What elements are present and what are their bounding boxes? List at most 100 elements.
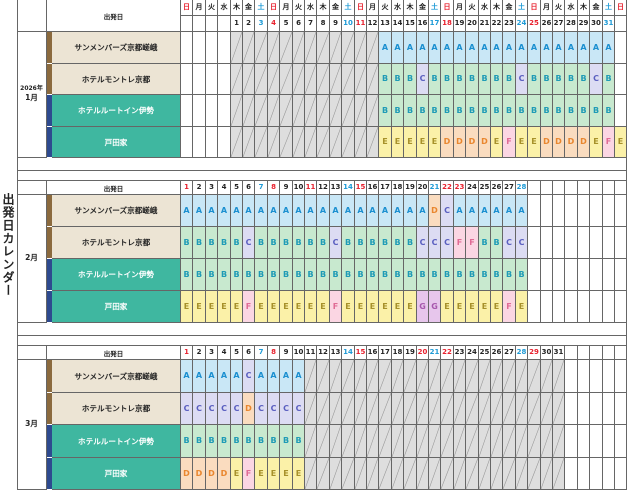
price-code-cell[interactable]: F <box>603 127 615 158</box>
price-code-cell[interactable]: E <box>367 291 379 323</box>
price-code-cell[interactable]: A <box>491 32 503 64</box>
price-code-cell[interactable]: D <box>206 458 218 490</box>
price-code-cell[interactable]: E <box>193 291 206 323</box>
price-code-cell[interactable]: B <box>379 259 392 291</box>
price-code-cell[interactable]: C <box>243 227 255 259</box>
price-code-cell[interactable]: B <box>565 64 578 95</box>
price-code-cell[interactable]: B <box>516 259 528 291</box>
price-code-cell[interactable]: F <box>243 291 255 323</box>
price-code-cell[interactable]: D <box>441 127 454 158</box>
price-code-cell[interactable]: A <box>503 32 516 64</box>
price-code-cell[interactable]: B <box>330 259 342 291</box>
price-code-cell[interactable]: B <box>590 95 603 127</box>
price-code-cell[interactable]: A <box>293 360 305 393</box>
price-code-cell[interactable]: B <box>317 227 330 259</box>
price-code-cell[interactable]: B <box>479 227 491 259</box>
price-code-cell[interactable]: B <box>454 95 466 127</box>
price-code-cell[interactable]: A <box>603 32 615 64</box>
price-code-cell[interactable]: E <box>528 127 541 158</box>
price-code-cell[interactable]: D <box>578 127 590 158</box>
price-code-cell[interactable]: E <box>417 127 429 158</box>
price-code-cell[interactable]: A <box>181 195 193 227</box>
price-code-cell[interactable]: B <box>503 95 516 127</box>
price-code-cell[interactable]: B <box>293 259 305 291</box>
price-code-cell[interactable]: E <box>293 458 305 490</box>
price-code-cell[interactable]: E <box>355 291 367 323</box>
price-code-cell[interactable]: A <box>479 32 491 64</box>
price-code-cell[interactable]: B <box>268 259 280 291</box>
price-code-cell[interactable]: C <box>330 227 342 259</box>
price-code-cell[interactable]: B <box>342 259 355 291</box>
price-code-cell[interactable]: A <box>231 360 243 393</box>
price-code-cell[interactable]: E <box>280 291 293 323</box>
price-code-cell[interactable]: A <box>206 360 218 393</box>
price-code-cell[interactable]: A <box>404 195 417 227</box>
price-code-cell[interactable]: D <box>218 458 231 490</box>
price-code-cell[interactable]: D <box>454 127 466 158</box>
price-code-cell[interactable]: E <box>342 291 355 323</box>
price-code-cell[interactable]: B <box>528 64 541 95</box>
price-code-cell[interactable]: C <box>280 393 293 425</box>
price-code-cell[interactable]: B <box>441 259 454 291</box>
price-code-cell[interactable]: D <box>565 127 578 158</box>
price-code-cell[interactable]: A <box>516 32 528 64</box>
price-code-cell[interactable]: E <box>466 291 479 323</box>
price-code-cell[interactable]: A <box>243 195 255 227</box>
price-code-cell[interactable]: A <box>342 195 355 227</box>
price-code-cell[interactable]: A <box>255 195 268 227</box>
price-code-cell[interactable]: C <box>231 393 243 425</box>
price-code-cell[interactable]: E <box>404 291 417 323</box>
price-code-cell[interactable]: B <box>417 95 429 127</box>
price-code-cell[interactable]: B <box>293 227 305 259</box>
price-code-cell[interactable]: G <box>417 291 429 323</box>
price-code-cell[interactable]: B <box>305 259 317 291</box>
price-code-cell[interactable]: E <box>181 291 193 323</box>
price-code-cell[interactable]: E <box>479 291 491 323</box>
price-code-cell[interactable]: B <box>193 227 206 259</box>
price-code-cell[interactable]: B <box>181 425 193 458</box>
price-code-cell[interactable]: D <box>553 127 565 158</box>
price-code-cell[interactable]: B <box>379 227 392 259</box>
price-code-cell[interactable]: C <box>255 393 268 425</box>
price-code-cell[interactable]: C <box>206 393 218 425</box>
price-code-cell[interactable]: B <box>491 227 503 259</box>
price-code-cell[interactable]: A <box>280 360 293 393</box>
price-code-cell[interactable]: C <box>268 393 280 425</box>
price-code-cell[interactable]: B <box>578 95 590 127</box>
price-code-cell[interactable]: C <box>293 393 305 425</box>
price-code-cell[interactable]: B <box>479 95 491 127</box>
price-code-cell[interactable]: B <box>280 425 293 458</box>
price-code-cell[interactable]: E <box>404 127 417 158</box>
price-code-cell[interactable]: C <box>243 360 255 393</box>
price-code-cell[interactable]: C <box>417 64 429 95</box>
price-code-cell[interactable]: B <box>441 64 454 95</box>
price-code-cell[interactable]: A <box>429 32 441 64</box>
price-code-cell[interactable]: B <box>280 259 293 291</box>
price-code-cell[interactable]: A <box>355 195 367 227</box>
price-code-cell[interactable]: A <box>392 32 404 64</box>
price-code-cell[interactable]: B <box>603 64 615 95</box>
price-code-cell[interactable]: E <box>218 291 231 323</box>
price-code-cell[interactable]: E <box>305 291 317 323</box>
price-code-cell[interactable]: B <box>255 259 268 291</box>
price-code-cell[interactable]: A <box>491 195 503 227</box>
price-code-cell[interactable]: E <box>255 458 268 490</box>
price-code-cell[interactable]: B <box>417 259 429 291</box>
price-code-cell[interactable]: E <box>231 291 243 323</box>
price-code-cell[interactable]: F <box>503 127 516 158</box>
price-code-cell[interactable]: A <box>479 195 491 227</box>
price-code-cell[interactable]: C <box>441 195 454 227</box>
price-code-cell[interactable]: A <box>193 360 206 393</box>
price-code-cell[interactable]: A <box>541 32 553 64</box>
price-code-cell[interactable]: E <box>317 291 330 323</box>
price-code-cell[interactable]: B <box>429 95 441 127</box>
price-code-cell[interactable]: A <box>193 195 206 227</box>
price-code-cell[interactable]: B <box>255 227 268 259</box>
price-code-cell[interactable]: A <box>503 195 516 227</box>
price-code-cell[interactable]: A <box>317 195 330 227</box>
price-code-cell[interactable]: E <box>454 291 466 323</box>
price-code-cell[interactable]: B <box>578 64 590 95</box>
price-code-cell[interactable]: B <box>231 259 243 291</box>
price-code-cell[interactable]: B <box>392 95 404 127</box>
price-code-cell[interactable]: C <box>516 64 528 95</box>
